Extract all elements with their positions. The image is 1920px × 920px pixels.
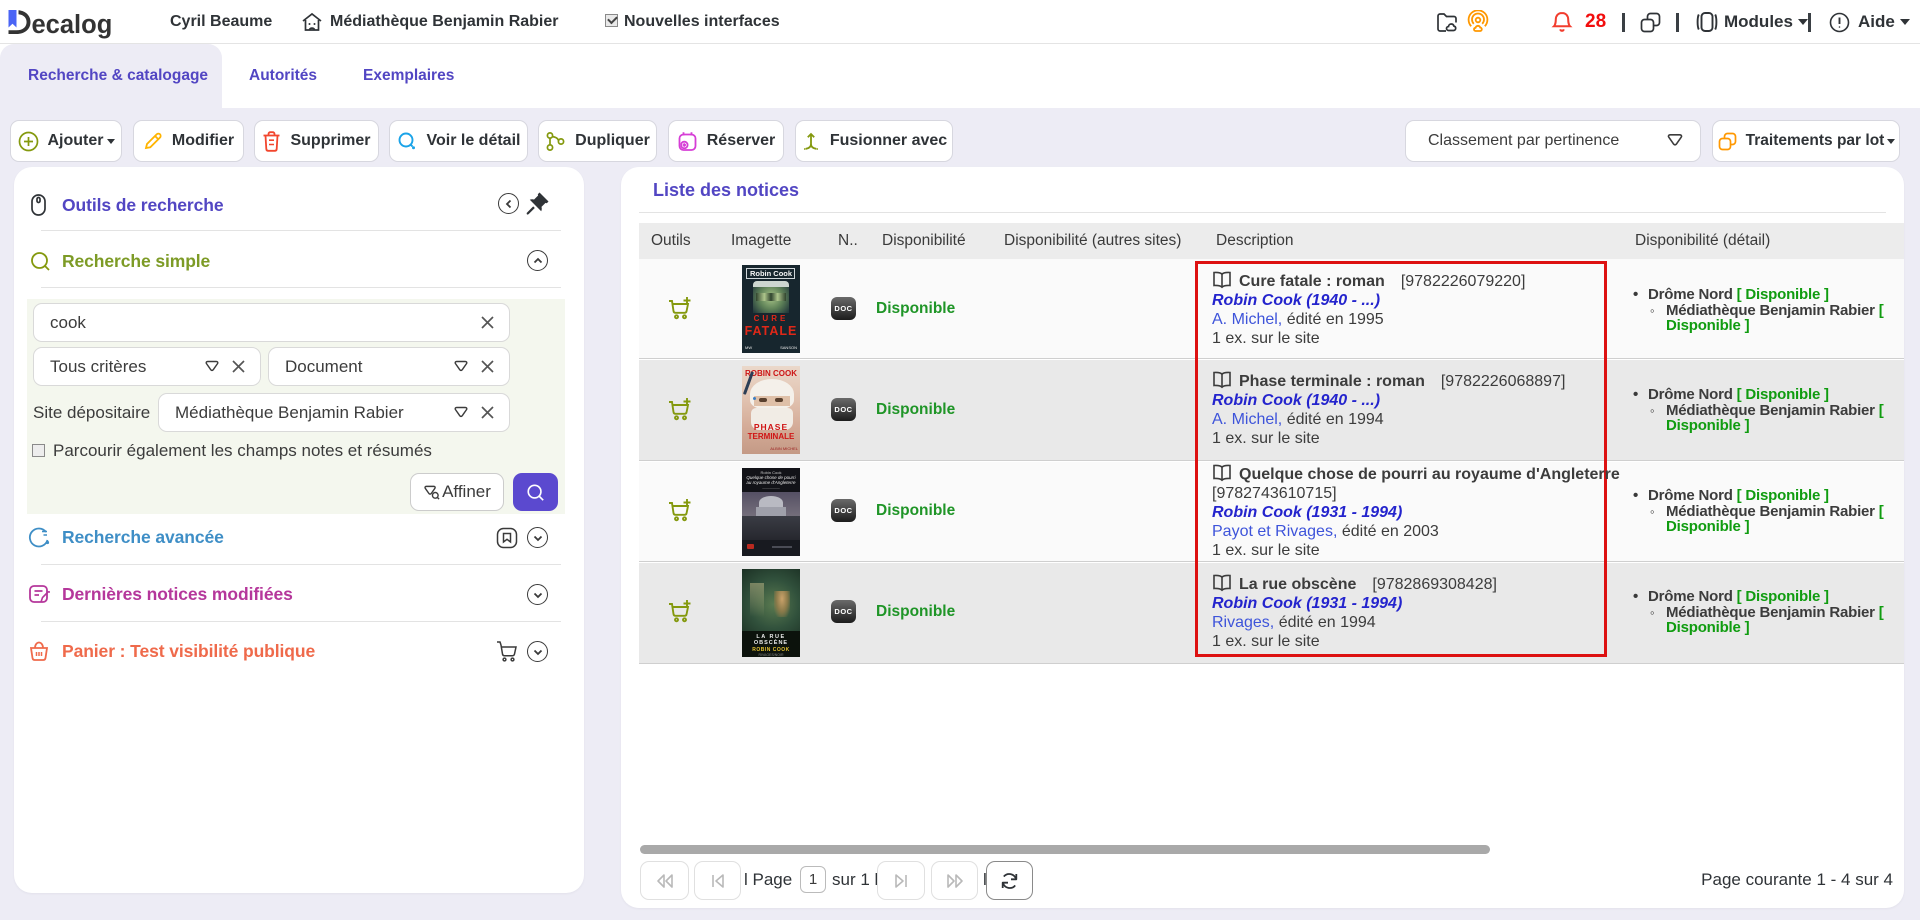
svg-text:ecalog: ecalog — [32, 11, 113, 39]
